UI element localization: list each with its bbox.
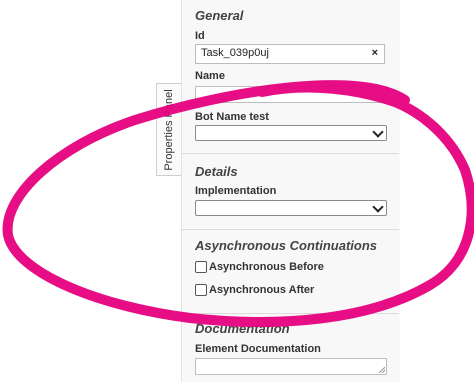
group-general: General Id Task_039p0uj × Name Bot Name … (181, 0, 399, 154)
checkbox-icon[interactable] (195, 261, 207, 273)
implementation-label: Implementation (195, 185, 277, 197)
close-icon[interactable]: × (372, 45, 378, 62)
chevron-down-icon (372, 201, 384, 213)
group-title-async: Asynchronous Continuations (195, 238, 377, 253)
async-before-label: Asynchronous Before (209, 261, 324, 273)
bot-name-label: Bot Name test (195, 111, 269, 123)
group-title-documentation: Documentation (195, 321, 290, 336)
bot-name-select[interactable] (195, 125, 387, 141)
id-input[interactable]: Task_039p0uj × (195, 44, 385, 64)
async-after-label: Asynchronous After (209, 284, 315, 296)
resize-grip-icon[interactable] (379, 367, 385, 373)
group-title-general: General (195, 8, 244, 23)
async-after-checkbox[interactable]: Asynchronous After (195, 284, 314, 296)
implementation-select[interactable] (195, 200, 387, 216)
properties-panel-tab-label: Properties Panel (163, 88, 175, 171)
id-label: Id (195, 30, 205, 42)
async-before-checkbox[interactable]: Asynchronous Before (195, 261, 324, 273)
element-documentation-label: Element Documentation (195, 343, 321, 355)
checkbox-icon[interactable] (195, 284, 207, 296)
resize-grip-icon[interactable] (379, 95, 385, 101)
group-async-continuations: Asynchronous Continuations Asynchronous … (181, 229, 399, 314)
element-documentation-textarea[interactable] (195, 358, 387, 375)
group-details: Details Implementation (181, 153, 399, 230)
group-title-details: Details (195, 164, 238, 179)
id-value: Task_039p0uj (201, 47, 269, 59)
group-documentation: Documentation Element Documentation (181, 313, 399, 382)
properties-panel-tab[interactable]: Properties Panel (156, 83, 181, 176)
name-label: Name (195, 70, 225, 82)
chevron-down-icon (372, 126, 384, 138)
name-textarea[interactable] (195, 86, 387, 103)
